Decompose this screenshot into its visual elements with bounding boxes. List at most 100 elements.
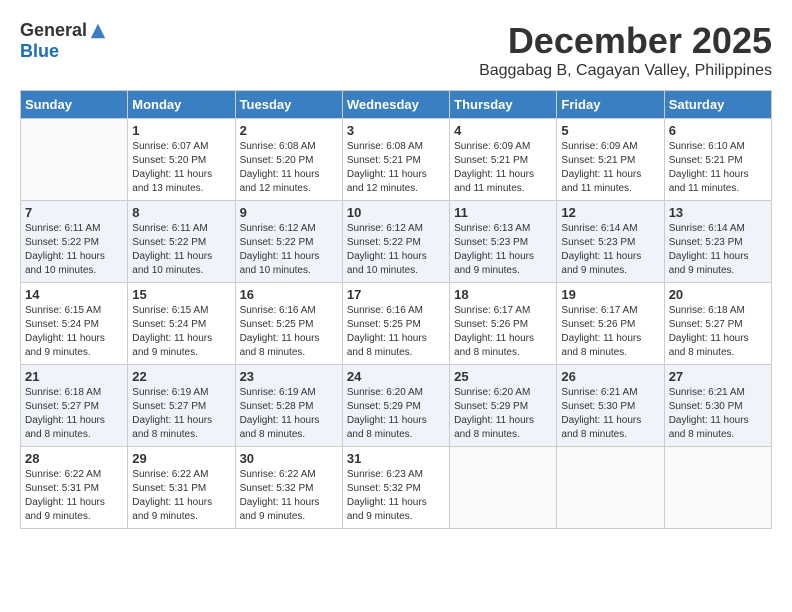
day-number: 2 [240,123,338,138]
day-info: Sunrise: 6:10 AMSunset: 5:21 PMDaylight:… [669,140,767,196]
calendar-cell: 11 Sunrise: 6:13 AMSunset: 5:23 PMDayligh… [450,201,557,283]
calendar-cell: 1Sunrise: 6:07 AMSunset: 5:20 PMDaylight… [128,119,235,201]
calendar-cell: 13 Sunrise: 6:14 AMSunset: 5:23 PMDayligh… [664,201,771,283]
day-info: Sunrise: 6:12 AMSunset: 5:22 PMDaylight:… [347,222,445,278]
calendar-cell: 5 Sunrise: 6:09 AMSunset: 5:21 PMDaylight… [557,119,664,201]
calendar-table: SundayMondayTuesdayWednesdayThursdayFrid… [20,90,772,529]
logo: General Blue [20,20,107,62]
day-number: 14 [25,287,123,302]
day-number: 6 [669,123,767,138]
day-number: 17 [347,287,445,302]
calendar-cell: 3Sunrise: 6:08 AMSunset: 5:21 PMDaylight… [342,119,449,201]
day-info: Sunrise: 6:14 AMSunset: 5:23 PMDaylight:… [669,222,767,278]
day-info: Sunrise: 6:11 AMSunset: 5:22 PMDaylight:… [25,222,123,278]
calendar-week-row: 7 Sunrise: 6:11 AMSunset: 5:22 PMDaylight… [21,201,772,283]
day-number: 11 [454,205,552,220]
calendar-week-row: 14 Sunrise: 6:15 AMSunset: 5:24 PMDayligh… [21,283,772,365]
day-number: 28 [25,451,123,466]
day-info: Sunrise: 6:18 AMSunset: 5:27 PMDaylight:… [669,304,767,360]
calendar-cell [664,447,771,529]
calendar-cell: 31Sunrise: 6:23 AMSunset: 5:32 PMDayligh… [342,447,449,529]
day-info: Sunrise: 6:07 AMSunset: 5:20 PMDaylight:… [132,140,230,196]
column-header-saturday: Saturday [664,91,771,119]
calendar-cell: 15 Sunrise: 6:15 AMSunset: 5:24 PMDayligh… [128,283,235,365]
column-header-tuesday: Tuesday [235,91,342,119]
column-header-friday: Friday [557,91,664,119]
calendar-cell: 8Sunrise: 6:11 AMSunset: 5:22 PMDaylight… [128,201,235,283]
day-info: Sunrise: 6:18 AMSunset: 5:27 PMDaylight:… [25,386,123,442]
calendar-cell: 14 Sunrise: 6:15 AMSunset: 5:24 PMDayligh… [21,283,128,365]
day-info: Sunrise: 6:12 AMSunset: 5:22 PMDaylight:… [240,222,338,278]
day-number: 19 [561,287,659,302]
day-number: 15 [132,287,230,302]
month-title: December 2025 [479,20,772,62]
column-header-wednesday: Wednesday [342,91,449,119]
day-info: Sunrise: 6:21 AMSunset: 5:30 PMDaylight:… [561,386,659,442]
calendar-cell: 30 Sunrise: 6:22 AMSunset: 5:32 PMDayligh… [235,447,342,529]
calendar-cell: 17Sunrise: 6:16 AMSunset: 5:25 PMDayligh… [342,283,449,365]
day-number: 27 [669,369,767,384]
calendar-cell [21,119,128,201]
day-number: 23 [240,369,338,384]
day-number: 3 [347,123,445,138]
day-info: Sunrise: 6:22 AMSunset: 5:31 PMDaylight:… [25,468,123,524]
column-header-thursday: Thursday [450,91,557,119]
day-number: 16 [240,287,338,302]
calendar-cell: 23 Sunrise: 6:19 AMSunset: 5:28 PMDayligh… [235,365,342,447]
calendar-cell: 22Sunrise: 6:19 AMSunset: 5:27 PMDayligh… [128,365,235,447]
day-info: Sunrise: 6:09 AMSunset: 5:21 PMDaylight:… [561,140,659,196]
day-info: Sunrise: 6:17 AMSunset: 5:26 PMDaylight:… [561,304,659,360]
day-info: Sunrise: 6:14 AMSunset: 5:23 PMDaylight:… [561,222,659,278]
day-number: 12 [561,205,659,220]
logo-blue-text: Blue [20,41,59,62]
day-info: Sunrise: 6:20 AMSunset: 5:29 PMDaylight:… [347,386,445,442]
day-info: Sunrise: 6:17 AMSunset: 5:26 PMDaylight:… [454,304,552,360]
day-number: 25 [454,369,552,384]
day-number: 22 [132,369,230,384]
calendar-cell: 4 Sunrise: 6:09 AMSunset: 5:21 PMDaylight… [450,119,557,201]
day-number: 20 [669,287,767,302]
calendar-header-row: SundayMondayTuesdayWednesdayThursdayFrid… [21,91,772,119]
calendar-cell: 26 Sunrise: 6:21 AMSunset: 5:30 PMDayligh… [557,365,664,447]
day-info: Sunrise: 6:09 AMSunset: 5:21 PMDaylight:… [454,140,552,196]
day-info: Sunrise: 6:20 AMSunset: 5:29 PMDaylight:… [454,386,552,442]
day-number: 26 [561,369,659,384]
calendar-cell: 25 Sunrise: 6:20 AMSunset: 5:29 PMDayligh… [450,365,557,447]
day-number: 9 [240,205,338,220]
calendar-cell: 10Sunrise: 6:12 AMSunset: 5:22 PMDayligh… [342,201,449,283]
day-info: Sunrise: 6:15 AMSunset: 5:24 PMDaylight:… [25,304,123,360]
day-info: Sunrise: 6:22 AMSunset: 5:31 PMDaylight:… [132,468,230,524]
location-title: Baggabag B, Cagayan Valley, Philippines [479,62,772,80]
day-info: Sunrise: 6:21 AMSunset: 5:30 PMDaylight:… [669,386,767,442]
calendar-cell: 20 Sunrise: 6:18 AMSunset: 5:27 PMDayligh… [664,283,771,365]
day-number: 21 [25,369,123,384]
day-info: Sunrise: 6:08 AMSunset: 5:20 PMDaylight:… [240,140,338,196]
column-header-sunday: Sunday [21,91,128,119]
day-number: 7 [25,205,123,220]
day-info: Sunrise: 6:13 AMSunset: 5:23 PMDaylight:… [454,222,552,278]
logo-general-text: General [20,20,87,41]
day-info: Sunrise: 6:11 AMSunset: 5:22 PMDaylight:… [132,222,230,278]
calendar-cell: 27 Sunrise: 6:21 AMSunset: 5:30 PMDayligh… [664,365,771,447]
day-number: 5 [561,123,659,138]
calendar-cell [557,447,664,529]
calendar-cell: 19 Sunrise: 6:17 AMSunset: 5:26 PMDayligh… [557,283,664,365]
calendar-cell: 2 Sunrise: 6:08 AMSunset: 5:20 PMDaylight… [235,119,342,201]
calendar-cell: 28 Sunrise: 6:22 AMSunset: 5:31 PMDayligh… [21,447,128,529]
calendar-cell: 24 Sunrise: 6:20 AMSunset: 5:29 PMDayligh… [342,365,449,447]
calendar-week-row: 1Sunrise: 6:07 AMSunset: 5:20 PMDaylight… [21,119,772,201]
day-info: Sunrise: 6:15 AMSunset: 5:24 PMDaylight:… [132,304,230,360]
logo-icon [89,22,107,40]
calendar-cell: 6 Sunrise: 6:10 AMSunset: 5:21 PMDaylight… [664,119,771,201]
day-number: 13 [669,205,767,220]
day-info: Sunrise: 6:22 AMSunset: 5:32 PMDaylight:… [240,468,338,524]
calendar-cell: 9 Sunrise: 6:12 AMSunset: 5:22 PMDaylight… [235,201,342,283]
calendar-week-row: 28 Sunrise: 6:22 AMSunset: 5:31 PMDayligh… [21,447,772,529]
day-info: Sunrise: 6:19 AMSunset: 5:28 PMDaylight:… [240,386,338,442]
day-number: 30 [240,451,338,466]
calendar-cell: 18Sunrise: 6:17 AMSunset: 5:26 PMDayligh… [450,283,557,365]
column-header-monday: Monday [128,91,235,119]
day-number: 4 [454,123,552,138]
calendar-cell: 12 Sunrise: 6:14 AMSunset: 5:23 PMDayligh… [557,201,664,283]
day-number: 24 [347,369,445,384]
